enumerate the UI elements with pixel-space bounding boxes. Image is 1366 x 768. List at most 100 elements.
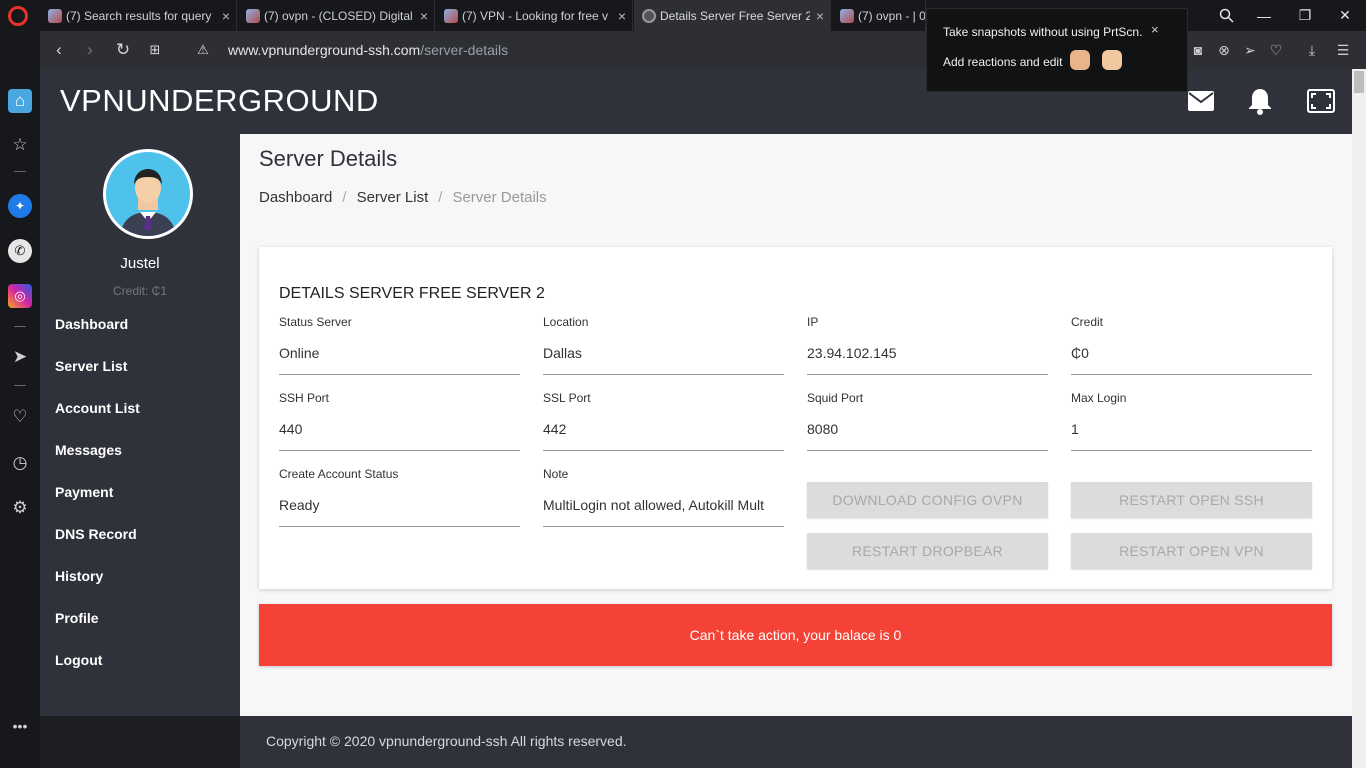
fullscreen-icon[interactable]	[1305, 85, 1337, 117]
tab-title: (7) Search results for query	[66, 8, 212, 23]
menu-item-dashboard[interactable]: Dashboard	[55, 316, 128, 336]
field-credit: Credit ₵0	[1071, 315, 1312, 375]
user-avatar[interactable]	[103, 149, 193, 239]
mail-icon[interactable]	[1185, 85, 1217, 117]
whatsapp-icon[interactable]: ✆	[8, 239, 32, 263]
field-ssl-port: SSL Port 442	[543, 391, 784, 451]
security-warning-icon[interactable]: ⚠	[190, 31, 216, 69]
personal-news-heart-icon[interactable]: ♡	[8, 405, 32, 429]
site-favicon-icon	[444, 8, 458, 23]
field-max-login: Max Login 1	[1071, 391, 1312, 451]
download-config-ovpn-button[interactable]: DOWNLOAD CONFIG OVPN	[807, 482, 1048, 518]
heart-bookmark-icon[interactable]: ♡	[1263, 31, 1289, 69]
reaction-emoji-icon	[1070, 50, 1090, 70]
tabs-grid-icon[interactable]: ⊞	[142, 31, 168, 69]
breadcrumb-dashboard[interactable]: Dashboard	[259, 189, 332, 206]
reaction-emoji-icon	[1102, 50, 1122, 70]
menu-item-payment[interactable]: Payment	[55, 484, 113, 504]
browser-tab[interactable]: (7) Search results for query ×	[40, 0, 237, 31]
card-title: DETAILS SERVER FREE SERVER 2	[279, 285, 545, 302]
messenger-icon[interactable]: ✦	[8, 194, 32, 218]
site-favicon-icon	[48, 8, 62, 23]
speed-dial-icon[interactable]: ⌂	[8, 89, 32, 113]
adblock-icon[interactable]: ⊗	[1211, 31, 1237, 69]
field-value: 8080	[807, 419, 1048, 451]
field-value: Ready	[279, 495, 520, 527]
instagram-icon[interactable]: ◎	[8, 284, 32, 308]
tab-close-icon[interactable]: ×	[414, 8, 434, 24]
easy-setup-icon[interactable]: ☰	[1330, 31, 1356, 69]
opera-logo-icon[interactable]	[8, 6, 28, 26]
restart-open-ssh-button[interactable]: RESTART OPEN SSH	[1071, 482, 1312, 518]
snapshot-camera-icon[interactable]: ◙	[1185, 31, 1211, 69]
tab-close-icon[interactable]: ×	[612, 8, 632, 24]
send-to-flow-icon[interactable]: ➢	[1237, 31, 1263, 69]
tab-search-icon[interactable]	[1207, 0, 1245, 31]
restart-dropbear-button[interactable]: RESTART DROPBEAR	[807, 533, 1048, 569]
field-value: Online	[279, 343, 520, 375]
field-create-account-status: Create Account Status Ready	[279, 467, 520, 527]
browser-tab[interactable]: (7) VPN - Looking for free v ×	[436, 0, 633, 31]
page-scrollbar[interactable]	[1352, 69, 1366, 768]
opera-sidebar: ⌂ ☆ ✦ ✆ ◎ ➤ ♡ ◷ ⚙ •••	[0, 31, 40, 768]
site-logo[interactable]: VPNUNDERGROUND	[60, 83, 379, 119]
reload-icon[interactable]: ↻	[110, 31, 136, 69]
sidebar-divider	[14, 171, 26, 172]
settings-gear-icon[interactable]: ⚙	[8, 496, 32, 520]
menu-item-profile[interactable]: Profile	[55, 610, 99, 630]
breadcrumb: Dashboard / Server List / Server Details	[259, 189, 547, 206]
forward-icon[interactable]: ›	[77, 31, 103, 69]
menu-item-account-list[interactable]: Account List	[55, 400, 140, 420]
error-alert: Can`t take action, your balace is 0	[259, 604, 1332, 666]
field-ssh-port: SSH Port 440	[279, 391, 520, 451]
field-label: SSH Port	[279, 391, 330, 405]
tab-close-icon[interactable]: ×	[216, 8, 236, 24]
tab-title: (7) VPN - Looking for free v	[462, 8, 609, 23]
back-icon[interactable]: ‹	[46, 31, 72, 69]
main-content: Server Details Dashboard / Server List / Ser…	[240, 134, 1352, 716]
browser-tab-active[interactable]: Details Server Free Server 2 ×	[634, 0, 831, 31]
page-title: Server Details	[259, 146, 398, 171]
restart-open-vpn-button[interactable]: RESTART OPEN VPN	[1071, 533, 1312, 569]
menu-item-dns-record[interactable]: DNS Record	[55, 526, 137, 546]
tab-title: (7) ovpn - (CLOSED) Digital	[264, 8, 413, 23]
browser-tab[interactable]: (7) ovpn - | 0	[832, 0, 926, 31]
sidebar-divider	[14, 385, 26, 386]
field-label: Location	[543, 315, 589, 329]
download-icon[interactable]: ⤓	[1299, 31, 1325, 69]
url-host: www.vpnunderground-ssh.com	[228, 42, 421, 58]
window-close-icon[interactable]: ✕	[1326, 0, 1364, 31]
breadcrumb-separator: /	[342, 189, 347, 206]
url-field[interactable]: www.vpnunderground-ssh.com/server-detail…	[228, 42, 508, 58]
field-location: Location Dallas	[543, 315, 784, 375]
url-path: /server-details	[420, 42, 509, 58]
field-value: MultiLogin not allowed, Autokill Mult	[543, 495, 784, 527]
history-clock-icon[interactable]: ◷	[8, 451, 32, 475]
scrollbar-thumb[interactable]	[1354, 71, 1364, 93]
restore-icon[interactable]: ❐	[1286, 0, 1324, 31]
minimize-icon[interactable]: —	[1245, 0, 1283, 31]
breadcrumb-current: Server Details	[452, 189, 547, 206]
tab-close-icon[interactable]: ×	[810, 8, 830, 24]
menu-item-messages[interactable]: Messages	[55, 442, 122, 462]
flow-send-icon[interactable]: ➤	[8, 345, 32, 369]
popup-close-icon[interactable]: ×	[1151, 22, 1159, 37]
user-name: Justel	[120, 255, 160, 272]
field-label: IP	[807, 315, 819, 329]
snapshot-tip-popup: Take snapshots without using PrtScn. × A…	[926, 8, 1188, 92]
field-value: 1	[1071, 419, 1312, 451]
bookmarks-icon[interactable]: ☆	[8, 133, 32, 157]
menu-item-history[interactable]: History	[55, 568, 103, 588]
menu-item-logout[interactable]: Logout	[55, 652, 102, 672]
server-details-card: DETAILS SERVER FREE SERVER 2 Status Serv…	[259, 247, 1332, 589]
field-label: Status Server	[279, 315, 352, 329]
field-value: Dallas	[543, 343, 784, 375]
more-options-icon[interactable]: •••	[8, 714, 32, 738]
field-squid-port: Squid Port 8080	[807, 391, 1048, 451]
bell-icon[interactable]	[1244, 85, 1276, 117]
field-ip: IP 23.94.102.145	[807, 315, 1048, 375]
browser-tab[interactable]: (7) ovpn - (CLOSED) Digital ×	[238, 0, 435, 31]
popup-message: Take snapshots without using PrtScn.	[943, 25, 1143, 39]
breadcrumb-server-list[interactable]: Server List	[357, 189, 429, 206]
menu-item-server-list[interactable]: Server List	[55, 358, 127, 378]
